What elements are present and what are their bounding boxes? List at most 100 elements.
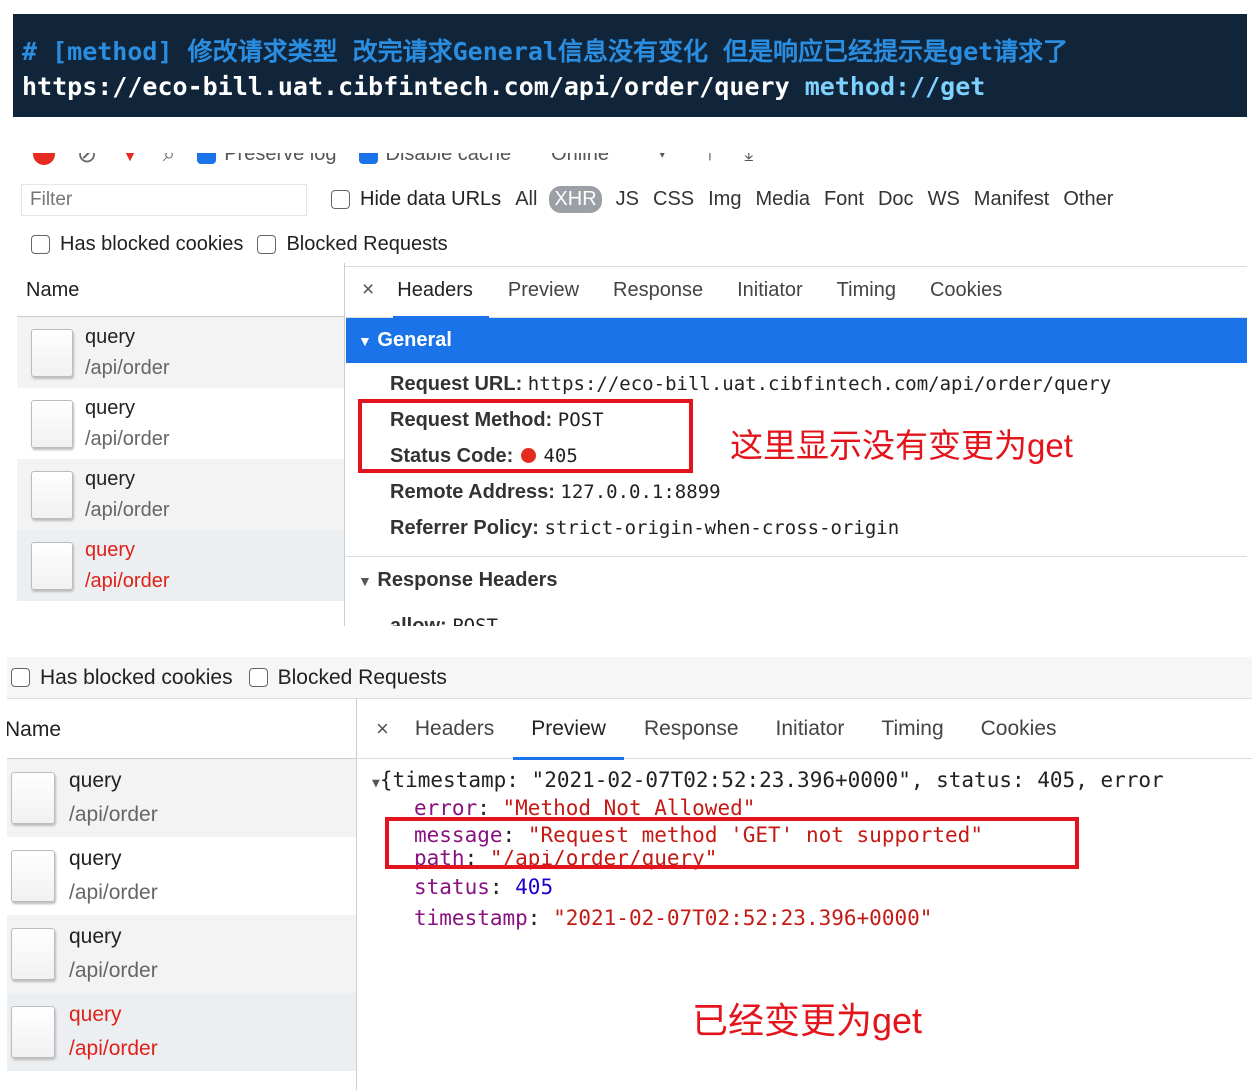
request-row[interactable]: query/api/order	[7, 915, 356, 993]
json-status-row: status: 405	[414, 875, 554, 899]
tab-cookies[interactable]: Cookies	[981, 699, 1057, 759]
highlight-box	[385, 817, 1079, 869]
has-blocked-cookies[interactable]: Has blocked cookies	[11, 666, 233, 690]
has-blocked-cookies-checkbox[interactable]	[11, 668, 30, 687]
request-path: /api/order	[85, 498, 170, 521]
request-row[interactable]: query/api/order	[17, 317, 344, 388]
json-summary: {timestamp: "2021-02-07T02:52:23.396+000…	[379, 768, 1164, 792]
hide-data-urls-label: Hide data URLs	[360, 188, 502, 210]
file-icon	[31, 399, 73, 448]
tab-initiator[interactable]: Initiator	[776, 699, 845, 759]
type-filter-ws[interactable]: WS	[928, 188, 960, 211]
response-headers-section[interactable]: ▼ Response Headers	[346, 556, 1247, 602]
disable-cache-checkbox[interactable]	[358, 153, 378, 164]
request-row[interactable]: query/api/order	[7, 837, 356, 915]
name-column-header[interactable]: Name	[7, 699, 356, 759]
close-icon[interactable]: ×	[362, 278, 374, 302]
allow-row: allow: POST	[346, 608, 1247, 626]
tab-cookies[interactable]: Cookies	[930, 263, 1002, 318]
type-filter-font[interactable]: Font	[824, 188, 864, 211]
filter-input[interactable]	[21, 183, 307, 216]
network-toolbar: ⊘ ▼ ⌕ Preserve log Disable cache Online …	[17, 153, 1247, 169]
remote-address-row: Remote Address: 127.0.0.1:8899	[346, 474, 1247, 510]
close-icon[interactable]: ×	[376, 716, 389, 742]
tab-preview[interactable]: Preview	[508, 263, 579, 318]
triangle-down-icon: ▼	[358, 333, 372, 349]
tab-preview[interactable]: Preview	[513, 699, 624, 760]
response-headers-title: Response Headers	[377, 569, 558, 591]
file-icon	[11, 928, 55, 980]
request-path: /api/order	[69, 959, 158, 982]
tab-timing[interactable]: Timing	[881, 699, 943, 759]
referrer-policy-row: Referrer Policy: strict-origin-when-cros…	[346, 510, 1247, 546]
banner-url: https://eco-bill.uat.cibfintech.com/api/…	[22, 72, 790, 101]
request-row[interactable]: query/api/order	[7, 759, 356, 837]
detail-tabs: × Headers Preview Response Initiator Tim…	[358, 699, 1252, 760]
clear-icon[interactable]: ⊘	[77, 153, 97, 169]
request-row-selected[interactable]: query/api/order	[17, 530, 344, 601]
tab-timing[interactable]: Timing	[837, 263, 896, 318]
search-icon[interactable]: ⌕	[163, 153, 175, 167]
type-filter-all[interactable]: All	[515, 188, 537, 211]
remote-address-label: Remote Address:	[390, 481, 555, 503]
type-filter-css[interactable]: CSS	[653, 188, 694, 211]
tab-response[interactable]: Response	[613, 263, 703, 318]
banner-method-note: method://get	[804, 72, 986, 101]
request-name: query	[69, 769, 122, 792]
filter-funnel-icon[interactable]: ▼	[119, 153, 141, 167]
file-icon	[11, 850, 55, 902]
request-path: /api/order	[69, 803, 158, 826]
request-path: /api/order	[85, 427, 170, 450]
request-row[interactable]: query/api/order	[17, 388, 344, 459]
request-name: query	[85, 467, 136, 490]
record-icon[interactable]	[33, 153, 55, 165]
json-timestamp-row: timestamp: "2021-02-07T02:52:23.396+0000…	[414, 905, 933, 930]
type-filter-manifest[interactable]: Manifest	[974, 188, 1050, 211]
filter-row: Hide data URLs All XHR JS CSS Img Media …	[17, 177, 1247, 222]
type-filter-doc[interactable]: Doc	[878, 188, 914, 211]
tab-initiator[interactable]: Initiator	[737, 263, 803, 318]
type-filter-js[interactable]: JS	[616, 188, 639, 211]
request-row-selected[interactable]: query/api/order	[7, 993, 356, 1071]
json-summary-row[interactable]: ▼{timestamp: "2021-02-07T02:52:23.396+00…	[358, 765, 1252, 796]
has-blocked-cookies-label: Has blocked cookies	[40, 665, 233, 689]
annotation-text: 这里显示没有变更为get	[730, 427, 1073, 464]
allow-value: POST	[452, 615, 498, 626]
throttle-select[interactable]: Online	[551, 153, 609, 166]
hide-data-urls-checkbox[interactable]	[331, 190, 350, 209]
file-icon	[31, 541, 73, 590]
type-filter-img[interactable]: Img	[708, 188, 741, 211]
general-section-header[interactable]: ▼ General	[346, 318, 1247, 363]
json-string: "2021-02-07T02:52:23.396+0000"	[553, 905, 933, 930]
detail-tabs: × Headers Preview Response Initiator Tim…	[346, 263, 1247, 319]
hide-data-urls[interactable]: Hide data URLs	[331, 188, 501, 211]
tab-response[interactable]: Response	[644, 699, 739, 759]
tab-headers[interactable]: Headers	[393, 263, 489, 319]
preserve-log-checkbox[interactable]	[197, 153, 217, 164]
file-icon	[31, 470, 73, 519]
blocked-requests-checkbox[interactable]	[257, 235, 277, 254]
type-filter-xhr[interactable]: XHR	[549, 186, 602, 213]
has-blocked-cookies[interactable]: Has blocked cookies	[31, 233, 243, 256]
file-icon	[11, 772, 55, 824]
request-name: query	[85, 396, 136, 419]
request-path: /api/order	[85, 356, 170, 379]
request-name: query	[69, 1003, 122, 1026]
has-blocked-cookies-label: Has blocked cookies	[60, 233, 244, 255]
blocked-requests-checkbox[interactable]	[248, 668, 268, 687]
blocked-requests[interactable]: Blocked Requests	[248, 666, 447, 690]
preserve-log-label: Preserve log	[224, 153, 337, 165]
type-filter-other[interactable]: Other	[1063, 188, 1113, 211]
request-url-value: https://eco-bill.uat.cibfintech.com/api/…	[527, 373, 1112, 395]
has-blocked-cookies-checkbox[interactable]	[31, 235, 50, 254]
export-icon[interactable]: ⤓	[744, 153, 753, 166]
banner-url-line: https://eco-bill.uat.cibfintech.com/api/…	[22, 72, 1247, 112]
general-title: General	[377, 329, 452, 351]
tab-headers[interactable]: Headers	[415, 699, 494, 759]
name-column-header[interactable]: Name	[17, 263, 344, 317]
blocked-requests[interactable]: Blocked Requests	[257, 233, 448, 256]
import-icon[interactable]: ⤒	[705, 153, 714, 166]
request-row[interactable]: query/api/order	[17, 459, 344, 530]
type-filter-media[interactable]: Media	[755, 188, 809, 211]
request-name: query	[69, 847, 122, 870]
